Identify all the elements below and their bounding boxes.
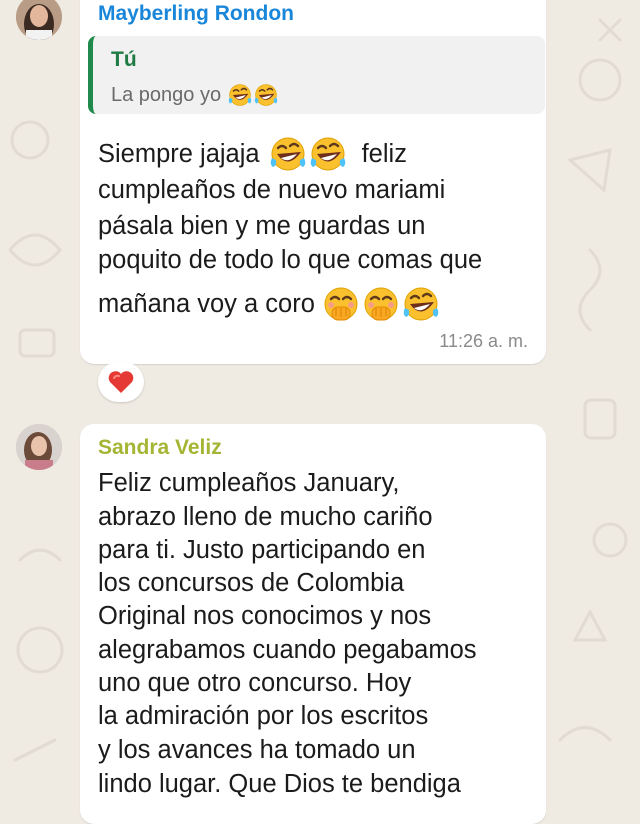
- message-line: pásala bien y me guardas un: [98, 212, 426, 240]
- message-line: los concursos de Colombia: [98, 569, 405, 597]
- quoted-text: La pongo yo: [111, 82, 279, 108]
- message-line: alegrabamos cuando pegabamos: [98, 636, 477, 664]
- message-line: la admiración por los escritos: [98, 702, 429, 730]
- message-bubble-1[interactable]: Mayberling Rondon Tú La pongo yo Siempre…: [80, 0, 546, 364]
- profile-photo-icon: [16, 424, 62, 470]
- message-line: uno que otro concurso. Hoy: [98, 669, 412, 697]
- message-line: abrazo lleno de mucho cariño: [98, 503, 433, 531]
- message-line: para ti. Justo participando en: [98, 536, 426, 564]
- sender-name[interactable]: Mayberling Rondon: [98, 2, 294, 26]
- message-line: y los avances ha tomado un: [98, 736, 416, 764]
- message-text: Siempre jajaja: [98, 139, 260, 168]
- quoted-author: Tú: [111, 48, 137, 71]
- quoted-text-label: La pongo yo: [111, 83, 222, 106]
- message-text: feliz: [361, 139, 407, 168]
- laugh-emoji-icon: [254, 83, 279, 107]
- sender-name[interactable]: Sandra Veliz: [98, 436, 222, 460]
- laugh-emoji-icon: [228, 83, 253, 107]
- message-line: poquito de todo lo que comas que: [98, 246, 483, 274]
- message-line: lindo lugar. Que Dios te bendiga: [98, 770, 461, 798]
- message-line: Feliz cumpleaños January,: [98, 469, 400, 497]
- laugh-emoji-icon: [402, 286, 440, 322]
- laugh-emoji-icon: [309, 136, 347, 172]
- message-timestamp: 11:26 a. m.: [439, 331, 528, 351]
- message-line: Siempre jajaja feliz: [98, 134, 407, 174]
- message-line: mañana voy a coro: [98, 284, 441, 324]
- laugh-emoji-icon: [269, 136, 307, 172]
- message-text: mañana voy a coro: [98, 289, 315, 318]
- avatar-sandra[interactable]: [16, 424, 62, 470]
- quoted-reply[interactable]: Tú La pongo yo: [88, 36, 545, 114]
- reaction-badge[interactable]: [98, 362, 144, 402]
- message-line: Original nos conocimos y nos: [98, 602, 432, 630]
- message-line: cumpleaños de nuevo mariami: [98, 176, 446, 204]
- giggle-emoji-icon: [323, 286, 359, 322]
- giggle-emoji-icon: [363, 286, 399, 322]
- message-bubble-2[interactable]: Sandra Veliz Feliz cumpleaños January, a…: [80, 424, 546, 824]
- red-heart-icon: [108, 371, 134, 393]
